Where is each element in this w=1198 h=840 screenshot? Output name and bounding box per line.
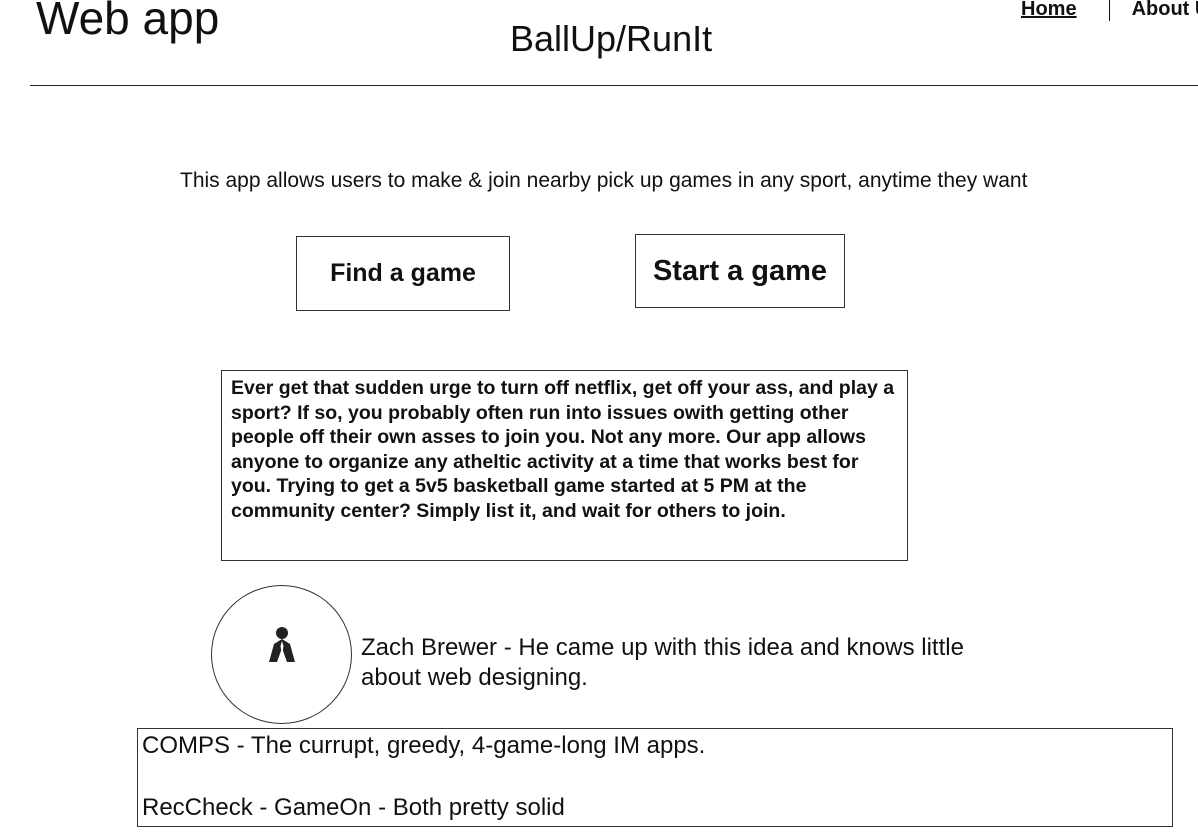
app-description: Ever get that sudden urge to turn off ne… [221,370,908,561]
comps-box: COMPS - The currupt, greedy, 4-game-long… [137,728,1173,827]
tagline: This app allows users to make & join nea… [180,169,1028,192]
start-game-button[interactable]: Start a game [635,234,845,308]
page: Web app BallUp/RunIt Home About Us This … [0,0,1198,840]
header-divider [30,85,1198,86]
comps-spacer [142,761,1168,793]
person-icon [269,627,295,662]
founder-bio: Zach Brewer - He came up with this idea … [361,634,964,691]
nav-about-link[interactable]: About Us [1132,0,1198,21]
nav-divider [1108,0,1110,21]
comps-line-im-apps: COMPS - The currupt, greedy, 4-game-long… [142,732,706,759]
avatar [211,585,352,724]
nav-home-link[interactable]: Home [1021,0,1077,21]
find-game-button[interactable]: Find a game [296,236,510,311]
app-name: Web app [36,0,220,44]
site-title: BallUp/RunIt [510,18,713,59]
top-nav: Home About Us [1021,0,1198,21]
comps-line-alternatives: RecCheck - GameOn - Both pretty solid [142,794,565,821]
